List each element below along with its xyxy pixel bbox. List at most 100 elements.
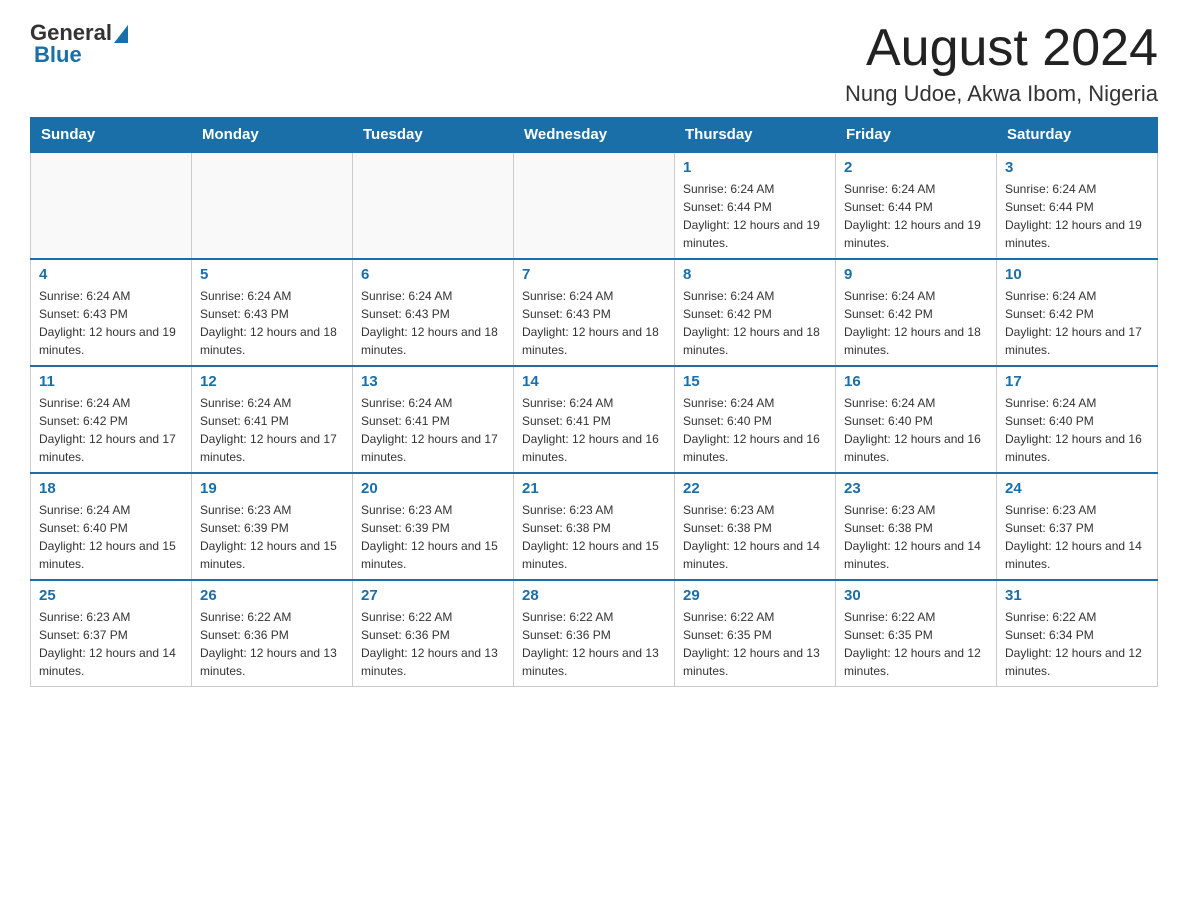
day-number-4: 4 bbox=[39, 266, 183, 283]
calendar-cell-w4-d7: 24 Sunrise: 6:23 AMSunset: 6:37 PMDayligh… bbox=[997, 473, 1158, 580]
logo: General Blue bbox=[30, 20, 128, 68]
day-number-19: 19 bbox=[200, 480, 344, 497]
day-number-27: 27 bbox=[361, 587, 505, 604]
col-sunday: Sunday bbox=[31, 118, 192, 153]
calendar-cell-w1-d5: 1 Sunrise: 6:24 AMSunset: 6:44 PMDaylight… bbox=[675, 152, 836, 259]
col-monday: Monday bbox=[192, 118, 353, 153]
day-number-21: 21 bbox=[522, 480, 666, 497]
logo-blue: Blue bbox=[34, 42, 82, 67]
day-number-3: 3 bbox=[1005, 159, 1149, 176]
calendar-cell-w2-d3: 6Sunrise: 6:24 AMSunset: 6:43 PMDaylight… bbox=[353, 259, 514, 366]
calendar-cell-w3-d5: 15 Sunrise: 6:24 AMSunset: 6:40 PMDayligh… bbox=[675, 366, 836, 473]
week-row-5: 25 Sunrise: 6:23 AMSunset: 6:37 PMDayligh… bbox=[31, 580, 1158, 687]
day-info-9: Sunrise: 6:24 AMSunset: 6:42 PMDaylight:… bbox=[844, 287, 988, 359]
calendar-cell-w5-d5: 29 Sunrise: 6:22 AMSunset: 6:35 PMDayligh… bbox=[675, 580, 836, 687]
calendar-cell-w3-d4: 14Sunrise: 6:24 AMSunset: 6:41 PMDayligh… bbox=[514, 366, 675, 473]
day-number-20: 20 bbox=[361, 480, 505, 497]
calendar-cell-w4-d6: 23Sunrise: 6:23 AMSunset: 6:38 PMDayligh… bbox=[836, 473, 997, 580]
day-info-30: Sunrise: 6:22 AMSunset: 6:35 PMDaylight:… bbox=[844, 608, 988, 680]
day-info-11: Sunrise: 6:24 AMSunset: 6:42 PMDaylight:… bbox=[39, 394, 183, 466]
day-info-5: Sunrise: 6:24 AMSunset: 6:43 PMDaylight:… bbox=[200, 287, 344, 359]
col-saturday: Saturday bbox=[997, 118, 1158, 153]
calendar-cell-w2-d2: 5 Sunrise: 6:24 AMSunset: 6:43 PMDaylight… bbox=[192, 259, 353, 366]
day-number-29: 29 bbox=[683, 587, 827, 604]
day-info-1: Sunrise: 6:24 AMSunset: 6:44 PMDaylight:… bbox=[683, 180, 827, 252]
day-number-8: 8 bbox=[683, 266, 827, 283]
calendar-cell-w4-d2: 19 Sunrise: 6:23 AMSunset: 6:39 PMDayligh… bbox=[192, 473, 353, 580]
day-info-18: Sunrise: 6:24 AMSunset: 6:40 PMDaylight:… bbox=[39, 501, 183, 573]
calendar-cell-w3-d1: 11 Sunrise: 6:24 AMSunset: 6:42 PMDayligh… bbox=[31, 366, 192, 473]
calendar-cell-w4-d5: 22 Sunrise: 6:23 AMSunset: 6:38 PMDayligh… bbox=[675, 473, 836, 580]
calendar-cell-w2-d4: 7 Sunrise: 6:24 AMSunset: 6:43 PMDaylight… bbox=[514, 259, 675, 366]
day-info-2: Sunrise: 6:24 AMSunset: 6:44 PMDaylight:… bbox=[844, 180, 988, 252]
day-info-15: Sunrise: 6:24 AMSunset: 6:40 PMDaylight:… bbox=[683, 394, 827, 466]
day-info-24: Sunrise: 6:23 AMSunset: 6:37 PMDaylight:… bbox=[1005, 501, 1149, 573]
page-header: General Blue August 2024 Nung Udoe, Akwa… bbox=[30, 20, 1158, 107]
calendar-cell-w1-d3 bbox=[353, 152, 514, 259]
day-number-5: 5 bbox=[200, 266, 344, 283]
day-info-28: Sunrise: 6:22 AMSunset: 6:36 PMDaylight:… bbox=[522, 608, 666, 680]
day-number-17: 17 bbox=[1005, 373, 1149, 390]
day-info-17: Sunrise: 6:24 AMSunset: 6:40 PMDaylight:… bbox=[1005, 394, 1149, 466]
day-info-13: Sunrise: 6:24 AMSunset: 6:41 PMDaylight:… bbox=[361, 394, 505, 466]
calendar-cell-w5-d3: 27 Sunrise: 6:22 AMSunset: 6:36 PMDayligh… bbox=[353, 580, 514, 687]
day-info-29: Sunrise: 6:22 AMSunset: 6:35 PMDaylight:… bbox=[683, 608, 827, 680]
col-tuesday: Tuesday bbox=[353, 118, 514, 153]
calendar-cell-w5-d2: 26 Sunrise: 6:22 AMSunset: 6:36 PMDayligh… bbox=[192, 580, 353, 687]
page-subtitle: Nung Udoe, Akwa Ibom, Nigeria bbox=[845, 81, 1158, 107]
calendar-cell-w2-d5: 8 Sunrise: 6:24 AMSunset: 6:42 PMDaylight… bbox=[675, 259, 836, 366]
calendar-cell-w2-d6: 9 Sunrise: 6:24 AMSunset: 6:42 PMDaylight… bbox=[836, 259, 997, 366]
calendar-cell-w3-d7: 17 Sunrise: 6:24 AMSunset: 6:40 PMDayligh… bbox=[997, 366, 1158, 473]
day-info-26: Sunrise: 6:22 AMSunset: 6:36 PMDaylight:… bbox=[200, 608, 344, 680]
day-number-7: 7 bbox=[522, 266, 666, 283]
week-row-1: 1 Sunrise: 6:24 AMSunset: 6:44 PMDaylight… bbox=[31, 152, 1158, 259]
calendar-cell-w2-d1: 4 Sunrise: 6:24 AMSunset: 6:43 PMDaylight… bbox=[31, 259, 192, 366]
day-info-7: Sunrise: 6:24 AMSunset: 6:43 PMDaylight:… bbox=[522, 287, 666, 359]
day-number-2: 2 bbox=[844, 159, 988, 176]
day-info-19: Sunrise: 6:23 AMSunset: 6:39 PMDaylight:… bbox=[200, 501, 344, 573]
day-number-1: 1 bbox=[683, 159, 827, 176]
day-number-11: 11 bbox=[39, 373, 183, 390]
day-info-10: Sunrise: 6:24 AMSunset: 6:42 PMDaylight:… bbox=[1005, 287, 1149, 359]
col-wednesday: Wednesday bbox=[514, 118, 675, 153]
day-number-25: 25 bbox=[39, 587, 183, 604]
day-info-31: Sunrise: 6:22 AMSunset: 6:34 PMDaylight:… bbox=[1005, 608, 1149, 680]
calendar-table: Sunday Monday Tuesday Wednesday Thursday… bbox=[30, 117, 1158, 687]
calendar-cell-w1-d7: 3Sunrise: 6:24 AMSunset: 6:44 PMDaylight… bbox=[997, 152, 1158, 259]
day-number-24: 24 bbox=[1005, 480, 1149, 497]
day-number-6: 6 bbox=[361, 266, 505, 283]
calendar-cell-w5-d6: 30 Sunrise: 6:22 AMSunset: 6:35 PMDayligh… bbox=[836, 580, 997, 687]
day-number-15: 15 bbox=[683, 373, 827, 390]
day-number-28: 28 bbox=[522, 587, 666, 604]
page-title: August 2024 bbox=[845, 20, 1158, 77]
calendar-cell-w4-d4: 21 Sunrise: 6:23 AMSunset: 6:38 PMDayligh… bbox=[514, 473, 675, 580]
week-row-3: 11 Sunrise: 6:24 AMSunset: 6:42 PMDayligh… bbox=[31, 366, 1158, 473]
calendar-cell-w1-d1 bbox=[31, 152, 192, 259]
day-number-22: 22 bbox=[683, 480, 827, 497]
calendar-cell-w3-d6: 16 Sunrise: 6:24 AMSunset: 6:40 PMDayligh… bbox=[836, 366, 997, 473]
day-info-12: Sunrise: 6:24 AMSunset: 6:41 PMDaylight:… bbox=[200, 394, 344, 466]
logo-triangle-icon bbox=[114, 25, 128, 43]
calendar-cell-w5-d1: 25 Sunrise: 6:23 AMSunset: 6:37 PMDayligh… bbox=[31, 580, 192, 687]
day-info-25: Sunrise: 6:23 AMSunset: 6:37 PMDaylight:… bbox=[39, 608, 183, 680]
day-number-12: 12 bbox=[200, 373, 344, 390]
day-info-4: Sunrise: 6:24 AMSunset: 6:43 PMDaylight:… bbox=[39, 287, 183, 359]
day-number-18: 18 bbox=[39, 480, 183, 497]
day-number-16: 16 bbox=[844, 373, 988, 390]
col-friday: Friday bbox=[836, 118, 997, 153]
calendar-cell-w3-d3: 13Sunrise: 6:24 AMSunset: 6:41 PMDayligh… bbox=[353, 366, 514, 473]
calendar-cell-w5-d4: 28 Sunrise: 6:22 AMSunset: 6:36 PMDayligh… bbox=[514, 580, 675, 687]
day-number-9: 9 bbox=[844, 266, 988, 283]
day-number-26: 26 bbox=[200, 587, 344, 604]
calendar-cell-w1-d2 bbox=[192, 152, 353, 259]
day-number-10: 10 bbox=[1005, 266, 1149, 283]
title-section: August 2024 Nung Udoe, Akwa Ibom, Nigeri… bbox=[845, 20, 1158, 107]
day-number-30: 30 bbox=[844, 587, 988, 604]
day-info-27: Sunrise: 6:22 AMSunset: 6:36 PMDaylight:… bbox=[361, 608, 505, 680]
day-info-21: Sunrise: 6:23 AMSunset: 6:38 PMDaylight:… bbox=[522, 501, 666, 573]
day-info-16: Sunrise: 6:24 AMSunset: 6:40 PMDaylight:… bbox=[844, 394, 988, 466]
day-info-22: Sunrise: 6:23 AMSunset: 6:38 PMDaylight:… bbox=[683, 501, 827, 573]
col-thursday: Thursday bbox=[675, 118, 836, 153]
week-row-4: 18 Sunrise: 6:24 AMSunset: 6:40 PMDayligh… bbox=[31, 473, 1158, 580]
day-info-8: Sunrise: 6:24 AMSunset: 6:42 PMDaylight:… bbox=[683, 287, 827, 359]
